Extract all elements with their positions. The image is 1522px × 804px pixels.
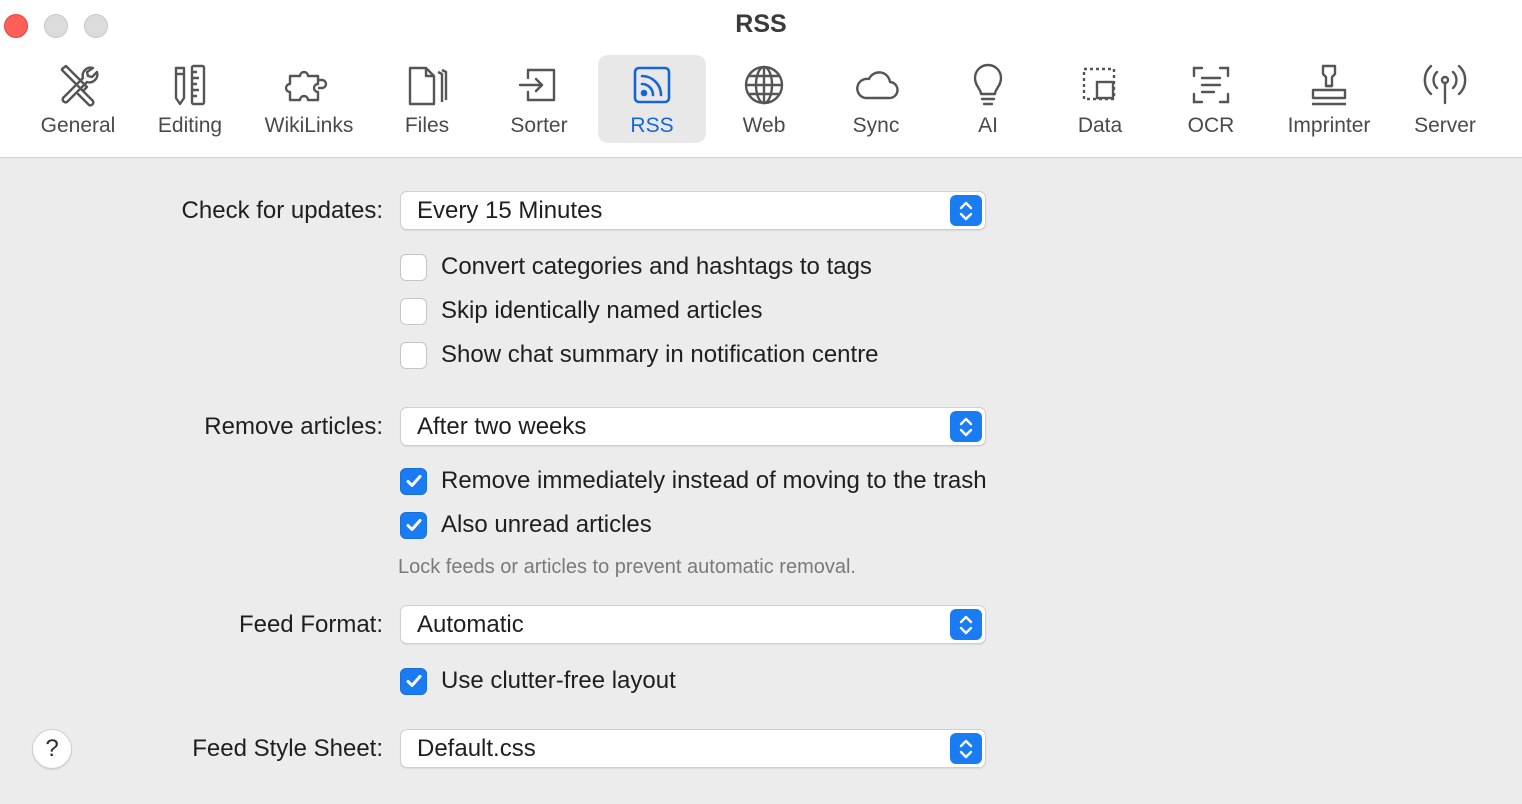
tab-label: RSS <box>630 114 674 137</box>
feed-format-popup[interactable]: Automatic <box>400 605 986 644</box>
tab-rss[interactable]: RSS <box>598 55 706 143</box>
feed-style-sheet-label: Feed Style Sheet: <box>192 735 383 762</box>
remove-immediately-option[interactable]: Remove immediately instead of moving to … <box>400 466 987 496</box>
stamp-icon <box>1303 59 1355 111</box>
check-updates-label: Check for updates: <box>181 197 383 224</box>
chevron-up-down-icon <box>950 195 982 226</box>
clutter-free-option[interactable]: Use clutter-free layout <box>400 666 676 696</box>
chevron-up-down-icon <box>950 733 982 764</box>
antenna-icon <box>1419 59 1471 111</box>
toolbar: RSS General Editing WikiLinks Files Sort… <box>0 0 1522 158</box>
clutter-free-checkbox[interactable] <box>400 667 427 695</box>
puzzle-icon <box>283 59 335 111</box>
popup-value: Automatic <box>417 611 524 638</box>
tab-label: Sorter <box>510 114 568 137</box>
checkmark-icon <box>406 475 421 487</box>
window-title: RSS <box>735 10 787 38</box>
tab-label: AI <box>978 114 998 137</box>
tab-general[interactable]: General <box>30 55 126 143</box>
checkmark-icon <box>406 519 421 531</box>
tab-files[interactable]: Files <box>382 55 472 143</box>
tab-label: OCR <box>1187 114 1235 137</box>
tab-label: Sync <box>852 114 900 137</box>
tab-ocr[interactable]: OCR <box>1166 55 1256 143</box>
wrench-screwdriver-icon <box>52 59 104 111</box>
checkbox-label: Convert categories and hashtags to tags <box>441 253 872 280</box>
skip-identical-checkbox[interactable] <box>400 297 427 325</box>
skip-identical-option[interactable]: Skip identically named articles <box>400 296 762 326</box>
convert-categories-option[interactable]: Convert categories and hashtags to tags <box>400 252 872 282</box>
convert-categories-checkbox[interactable] <box>400 253 427 281</box>
tab-editing[interactable]: Editing <box>145 55 235 143</box>
chat-summary-checkbox[interactable] <box>400 341 427 369</box>
tab-ai[interactable]: AI <box>943 55 1033 143</box>
tab-imprinter[interactable]: Imprinter <box>1276 55 1382 143</box>
feed-format-label: Feed Format: <box>238 611 383 638</box>
tab-label: WikiLinks <box>264 114 354 137</box>
checkmark-icon <box>406 675 421 687</box>
chevron-up-down-icon <box>950 411 982 442</box>
also-unread-checkbox[interactable] <box>400 511 427 539</box>
checkbox-label: Skip identically named articles <box>441 297 763 324</box>
remove-immediately-checkbox[interactable] <box>400 467 427 495</box>
preferences-window: RSS General Editing WikiLinks Files Sort… <box>0 0 1522 804</box>
tab-label: General <box>40 114 116 137</box>
tab-server[interactable]: Server <box>1400 55 1490 143</box>
text-scan-icon <box>1185 59 1237 111</box>
checkbox-label: Use clutter-free layout <box>441 667 676 694</box>
remove-articles-label: Remove articles: <box>204 413 383 440</box>
tab-label: Imprinter <box>1287 114 1371 137</box>
tab-wikilinks[interactable]: WikiLinks <box>254 55 364 143</box>
also-unread-option[interactable]: Also unread articles <box>400 510 652 540</box>
check-updates-popup[interactable]: Every 15 Minutes <box>400 191 986 230</box>
tab-label: Files <box>404 114 450 137</box>
documents-icon <box>401 59 453 111</box>
help-button[interactable]: ? <box>32 729 72 769</box>
globe-icon <box>738 59 790 111</box>
tab-label: Web <box>742 114 786 137</box>
checkbox-label: Also unread articles <box>441 511 652 538</box>
checkbox-label: Remove immediately instead of moving to … <box>441 467 987 494</box>
popup-value: After two weeks <box>417 413 587 440</box>
cloud-icon <box>850 59 902 111</box>
remove-hint-text: Lock feeds or articles to prevent automa… <box>398 556 856 578</box>
chat-summary-option[interactable]: Show chat summary in notification centre <box>400 340 879 370</box>
tab-label: Data <box>1077 114 1123 137</box>
popup-value: Every 15 Minutes <box>417 197 603 224</box>
remove-articles-popup[interactable]: After two weeks <box>400 407 986 446</box>
chevron-up-down-icon <box>950 609 982 640</box>
tab-sync[interactable]: Sync <box>831 55 921 143</box>
tab-data[interactable]: Data <box>1055 55 1145 143</box>
sorter-tray-icon <box>513 59 565 111</box>
lightbulb-icon <box>962 59 1014 111</box>
feed-style-sheet-popup[interactable]: Default.css <box>400 729 986 768</box>
pencil-ruler-icon <box>164 59 216 111</box>
data-selection-icon <box>1074 59 1126 111</box>
tab-sorter[interactable]: Sorter <box>494 55 584 143</box>
checkbox-label: Show chat summary in notification centre <box>441 341 879 368</box>
tab-label: Editing <box>157 114 223 137</box>
rss-icon <box>626 59 678 111</box>
popup-value: Default.css <box>417 735 536 762</box>
tab-label: Server <box>1414 114 1476 137</box>
tab-web[interactable]: Web <box>719 55 809 143</box>
